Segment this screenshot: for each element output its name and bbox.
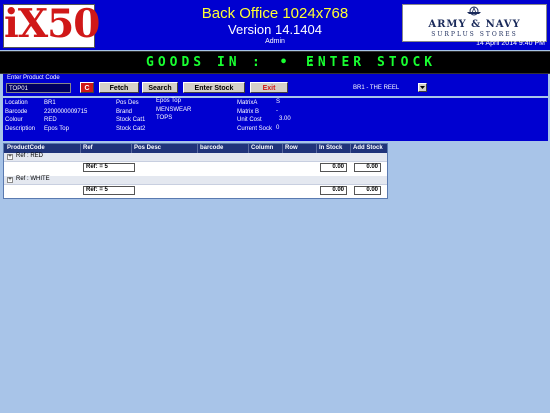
date-time: 14 April 2014 9:40 PM bbox=[476, 40, 545, 47]
matrix-a-label: MatrixA bbox=[237, 100, 258, 106]
stock-cat1-label: Stock Cat1 bbox=[116, 117, 146, 123]
matrix-a-value: S bbox=[276, 99, 281, 105]
ix50-logo: iX50 bbox=[3, 1, 100, 48]
expand-icon[interactable]: + bbox=[7, 154, 13, 160]
product-info-panel: Location BR1 Barcode 2200000009715 Colou… bbox=[3, 98, 548, 141]
product-code-label: Enter Product Code bbox=[7, 75, 60, 81]
col-barcode[interactable]: barcode bbox=[200, 145, 223, 151]
column-divider bbox=[282, 144, 283, 153]
barcode-value: 2200000009715 bbox=[44, 109, 88, 115]
col-add-stock[interactable]: Add Stock bbox=[353, 145, 383, 151]
current-stock-value: 0 bbox=[276, 125, 280, 131]
current-user: Admin bbox=[265, 38, 285, 45]
stock-cat2-label: Stock Cat2 bbox=[116, 126, 146, 132]
branch-dropdown-button[interactable] bbox=[418, 83, 427, 92]
product-controls: Enter Product Code TOP01 C Fetch Search … bbox=[3, 74, 548, 96]
chevron-down-icon bbox=[420, 86, 425, 89]
exit-button[interactable]: Exit bbox=[250, 82, 288, 93]
banner-goods-in: GOODS IN bbox=[146, 55, 241, 70]
app-title: Back Office 1024x768 bbox=[201, 5, 349, 22]
brand-tagline: SURPLUS STORES bbox=[431, 31, 518, 38]
matrix-b-label: Matrix B bbox=[237, 109, 260, 115]
stock-cat1-value: TOPS bbox=[156, 115, 173, 121]
location-label: Location bbox=[5, 100, 28, 106]
column-divider bbox=[350, 144, 351, 153]
matrix-b-value: - bbox=[276, 108, 278, 114]
product-code-input[interactable]: TOP01 bbox=[6, 83, 71, 93]
current-stock-label: Current Sock bbox=[237, 126, 273, 132]
posdes-label: Pos Des bbox=[116, 100, 139, 106]
column-divider bbox=[248, 144, 249, 153]
posdes-value: Epos Top bbox=[156, 98, 181, 104]
col-in-stock[interactable]: In Stock bbox=[319, 145, 342, 151]
barcode-label: Barcode bbox=[5, 109, 28, 115]
grid-header: ProductCode Ref Pos Desc barcode Column … bbox=[4, 144, 387, 153]
group-label: Ref : RED bbox=[16, 153, 44, 159]
ref-cell[interactable]: Ref: = 5 bbox=[83, 186, 135, 195]
app-version: Version 14.1404 bbox=[228, 22, 322, 37]
brand-label: Brand bbox=[116, 109, 133, 115]
app-header: iX50 Back Office 1024x768 Version 14.140… bbox=[0, 0, 550, 50]
in-stock-cell[interactable]: 0.00 bbox=[320, 186, 347, 195]
column-divider bbox=[316, 144, 317, 153]
group-row[interactable]: + Ref : RED bbox=[4, 153, 387, 162]
brand-name: ARMY & NAVY bbox=[428, 19, 521, 30]
add-stock-cell[interactable]: 0.00 bbox=[354, 163, 381, 172]
column-divider bbox=[131, 144, 132, 153]
led-banner: GOODS IN : • : ENTER STOCK bbox=[0, 51, 550, 74]
description-value: Epos Top bbox=[44, 126, 69, 132]
location-value: BR1 bbox=[44, 100, 56, 106]
store-brand-logo: ARMY & NAVY SURPLUS STORES bbox=[402, 4, 547, 42]
stock-grid: ProductCode Ref Pos Desc barcode Column … bbox=[3, 143, 388, 199]
in-stock-cell[interactable]: 0.00 bbox=[320, 163, 347, 172]
col-pos-desc[interactable]: Pos Desc bbox=[134, 145, 161, 151]
col-row[interactable]: Row bbox=[285, 145, 298, 151]
table-row[interactable]: Ref: = 5 0.00 0.00 bbox=[4, 185, 387, 197]
colour-label: Colour bbox=[5, 117, 23, 123]
brand-emblem-icon bbox=[467, 6, 481, 16]
enter-stock-button[interactable]: Enter Stock bbox=[183, 82, 245, 93]
brand-value: MENSWEAR bbox=[156, 107, 192, 113]
group-label: Ref : WHITE bbox=[16, 176, 50, 182]
branch-select-value[interactable]: BR1 - THE REEL bbox=[353, 85, 399, 91]
group-row[interactable]: + Ref : WHITE bbox=[4, 176, 387, 185]
clear-button[interactable]: C bbox=[80, 82, 94, 93]
column-divider bbox=[197, 144, 198, 153]
unit-cost-label: Unit Cost bbox=[237, 117, 262, 123]
ref-cell[interactable]: Ref: = 5 bbox=[83, 163, 135, 172]
logo-text: iX50 bbox=[4, 1, 100, 47]
add-stock-cell[interactable]: 0.00 bbox=[354, 186, 381, 195]
column-divider bbox=[80, 144, 81, 153]
col-productcode[interactable]: ProductCode bbox=[7, 145, 45, 151]
description-label: Description bbox=[5, 126, 36, 132]
col-column[interactable]: Column bbox=[251, 145, 273, 151]
unit-cost-value: 3.00 bbox=[279, 116, 291, 122]
expand-icon[interactable]: + bbox=[7, 177, 13, 183]
colour-value: RED bbox=[44, 117, 57, 123]
search-button[interactable]: Search bbox=[142, 82, 178, 93]
banner-enter-stock: ENTER STOCK bbox=[306, 55, 437, 70]
table-row[interactable]: Ref: = 5 0.00 0.00 bbox=[4, 162, 387, 174]
col-ref[interactable]: Ref bbox=[83, 145, 93, 151]
fetch-button[interactable]: Fetch bbox=[99, 82, 139, 93]
